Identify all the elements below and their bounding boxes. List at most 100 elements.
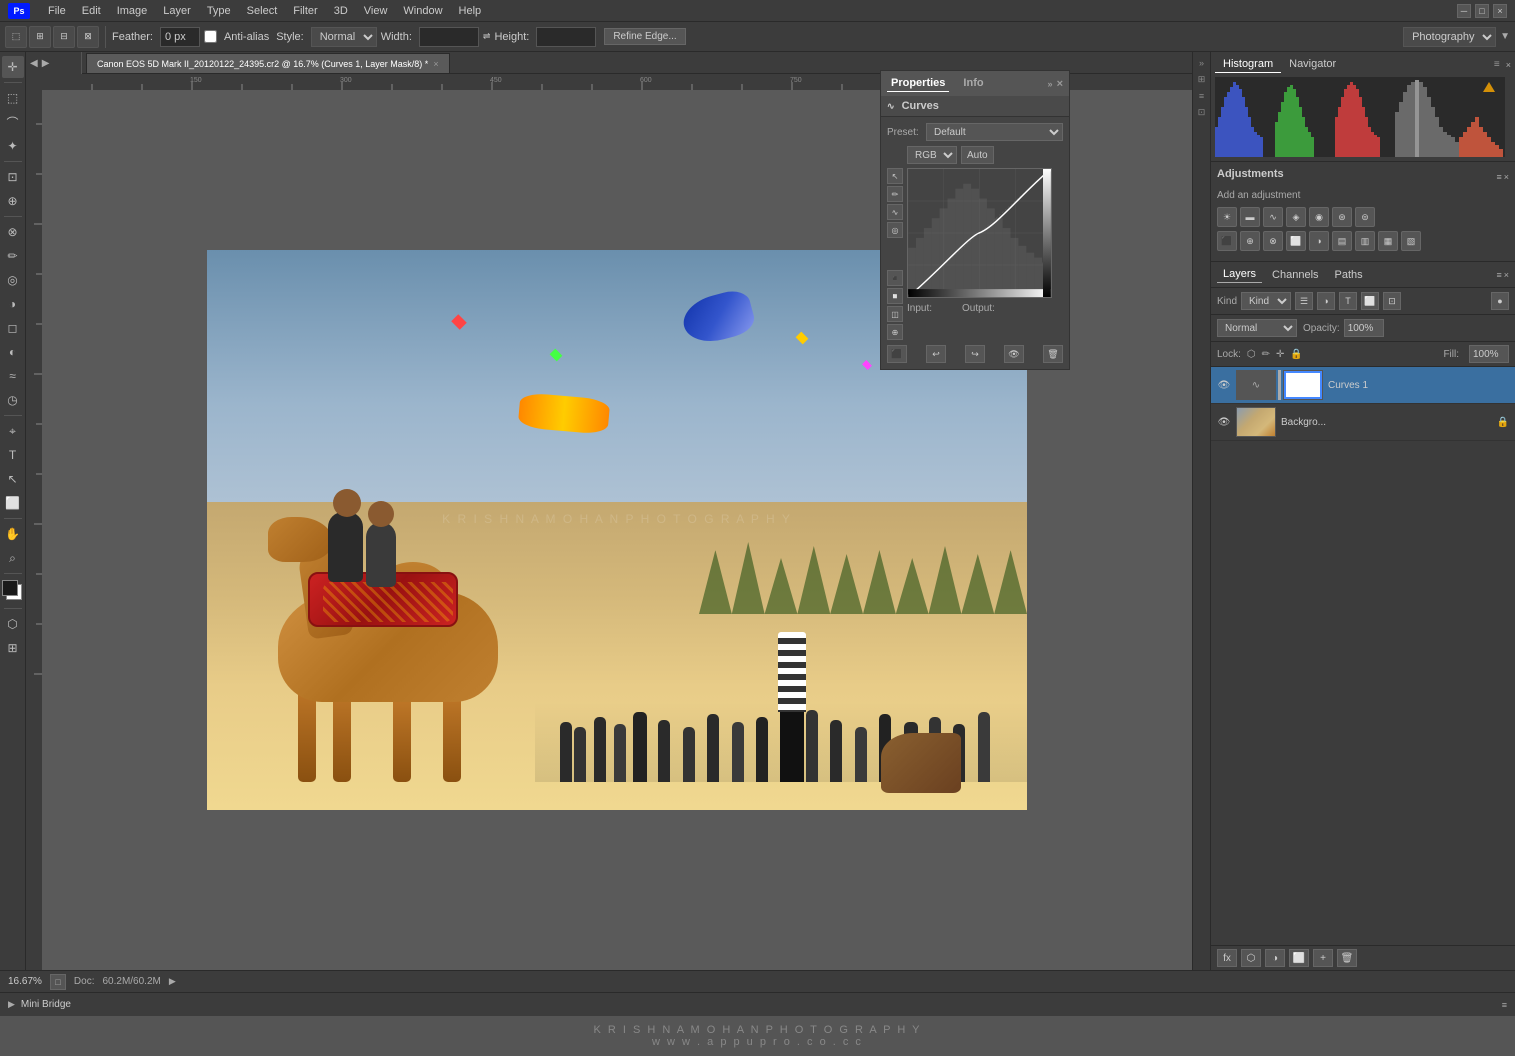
histogram-tab[interactable]: Histogram [1215, 56, 1281, 73]
layer-filter-type-btn[interactable]: T [1339, 292, 1357, 310]
add-selection-btn[interactable]: ⊞ [29, 26, 51, 48]
layers-tab[interactable]: Layers [1217, 266, 1262, 283]
preset-select[interactable]: Default [926, 123, 1063, 141]
eyedropper-tool[interactable]: ⊕ [2, 190, 24, 212]
new-selection-btn[interactable]: ⬚ [5, 26, 27, 48]
histogram-close-btn[interactable]: × [1506, 60, 1511, 70]
curves-btn[interactable]: ∿ [1263, 207, 1283, 227]
anti-alias-checkbox[interactable] [204, 30, 217, 43]
intersect-selection-btn[interactable]: ⊠ [77, 26, 99, 48]
blur-tool[interactable]: ≈ [2, 365, 24, 387]
color-swatches[interactable] [2, 580, 24, 602]
menu-filter[interactable]: Filter [285, 3, 325, 19]
tab-nav-next[interactable]: ▶ [42, 58, 50, 69]
curves-visibility-btn[interactable]: 👁 [1004, 345, 1024, 363]
mini-bridge-arrow[interactable]: ▶ [8, 999, 15, 1010]
color-balance-btn[interactable]: ⊜ [1355, 207, 1375, 227]
curves-smooth-tool[interactable]: ∿ [887, 204, 903, 220]
path-select-tool[interactable]: ↖ [2, 468, 24, 490]
adj-close-btn[interactable]: × [1504, 172, 1509, 182]
lasso-tool[interactable]: ⌒ [2, 111, 24, 133]
brush-tool[interactable]: ✏ [2, 245, 24, 267]
screen-mode-btn[interactable]: ⊞ [2, 637, 24, 659]
menu-view[interactable]: View [356, 3, 396, 19]
menu-window[interactable]: Window [395, 3, 450, 19]
opacity-input[interactable] [1344, 319, 1384, 337]
curves-info-tab[interactable]: Info [959, 75, 987, 92]
gradient-tool[interactable]: ◐ [2, 341, 24, 363]
move-tool[interactable]: ✛ [2, 56, 24, 78]
curves-graph[interactable] [907, 168, 1052, 298]
curves-black-point[interactable]: ◾ [887, 270, 903, 286]
brightness-contrast-btn[interactable]: ☀ [1217, 207, 1237, 227]
height-input[interactable] [536, 27, 596, 47]
histogram-menu-btn[interactable]: ≡ [1490, 59, 1504, 70]
fill-input[interactable] [1469, 345, 1509, 363]
lock-all-icon[interactable]: 🔒 [1290, 349, 1302, 360]
minimize-button[interactable]: ─ [1457, 4, 1471, 18]
lock-transparent-icon[interactable]: ⬡ [1247, 349, 1256, 360]
eraser-tool[interactable]: ◻ [2, 317, 24, 339]
layer-filter-smart-btn[interactable]: ⊡ [1383, 292, 1401, 310]
tab-close-btn[interactable]: × [433, 59, 438, 69]
layer-filter-adj-btn[interactable]: ◑ [1317, 292, 1335, 310]
lock-paint-icon[interactable]: ✏ [1262, 349, 1270, 360]
vibrance-btn[interactable]: ◉ [1309, 207, 1329, 227]
workspace-select[interactable]: Photography [1403, 27, 1496, 47]
posterize-btn[interactable]: ▤ [1332, 231, 1352, 251]
layer-comp-icon[interactable]: ≡ [1197, 89, 1206, 103]
layer-eye-curves[interactable]: 👁 [1217, 378, 1231, 392]
pen-tool[interactable]: ⌖ [2, 420, 24, 442]
history-icon[interactable]: ⊡ [1196, 105, 1208, 120]
layer-filter-shape-btn[interactable]: ⬜ [1361, 292, 1379, 310]
healing-brush-tool[interactable]: ⊗ [2, 221, 24, 243]
curves-clip-shadows-btn[interactable]: ⬛ [887, 345, 907, 363]
preview-btn[interactable]: □ [50, 974, 66, 990]
layer-item-curves[interactable]: 👁 ∿ Curves 1 [1211, 367, 1515, 404]
lock-move-icon[interactable]: ✛ [1276, 349, 1284, 360]
curves-mid-point[interactable]: ◫ [887, 306, 903, 322]
type-tool[interactable]: T [2, 444, 24, 466]
channels-tab[interactable]: Channels [1266, 267, 1324, 283]
layer-mask-btn[interactable]: ⬡ [1241, 949, 1261, 967]
layer-filter-pixel-btn[interactable]: ☰ [1295, 292, 1313, 310]
layers-menu-btn[interactable]: ≡ [1496, 270, 1501, 280]
magic-wand-tool[interactable]: ✦ [2, 135, 24, 157]
quick-mask-btn[interactable]: ⬡ [2, 613, 24, 635]
curves-target-tool[interactable]: ◎ [887, 222, 903, 238]
refine-edge-button[interactable]: Refine Edge... [604, 28, 685, 45]
layer-group-btn[interactable]: ⬜ [1289, 949, 1309, 967]
paths-tab[interactable]: Paths [1329, 267, 1369, 283]
invert-btn[interactable]: ◑ [1309, 231, 1329, 251]
layer-filter-active-btn[interactable]: ● [1491, 292, 1509, 310]
layers-kind-select[interactable]: Kind [1241, 292, 1291, 310]
selective-color-btn[interactable]: ▧ [1401, 231, 1421, 251]
clone-stamp-tool[interactable]: ◎ [2, 269, 24, 291]
layer-eye-background[interactable]: 👁 [1217, 415, 1231, 429]
dodge-tool[interactable]: ◷ [2, 389, 24, 411]
menu-type[interactable]: Type [199, 3, 239, 19]
document-tab[interactable]: Canon EOS 5D Mark II_20120122_24395.cr2 … [86, 53, 450, 73]
levels-btn[interactable]: ▬ [1240, 207, 1260, 227]
history-brush-tool[interactable]: ◑ [2, 293, 24, 315]
layer-fx-btn[interactable]: fx [1217, 949, 1237, 967]
menu-edit[interactable]: Edit [74, 3, 109, 19]
channel-mixer-btn[interactable]: ⊗ [1263, 231, 1283, 251]
adj-menu-btn[interactable]: ≡ [1496, 172, 1501, 182]
marquee-tool[interactable]: ⬚ [2, 87, 24, 109]
channel-select[interactable]: RGB [907, 146, 957, 164]
zoom-tool[interactable]: ⌕ [2, 547, 24, 569]
color-lookup-btn[interactable]: ⬜ [1286, 231, 1306, 251]
layer-item-background[interactable]: 👁 Backgro... 🔒 [1211, 404, 1515, 441]
crop-tool[interactable]: ⊡ [2, 166, 24, 188]
navigator-tab[interactable]: Navigator [1281, 56, 1344, 73]
hsl-btn[interactable]: ⊛ [1332, 207, 1352, 227]
dialog-expand-btn[interactable]: » [1048, 79, 1053, 89]
threshold-btn[interactable]: ▥ [1355, 231, 1375, 251]
tab-nav-prev[interactable]: ◀ [30, 58, 38, 69]
mini-bridge-settings-btn[interactable]: ≡ [1502, 1000, 1507, 1010]
exposure-btn[interactable]: ◈ [1286, 207, 1306, 227]
close-button[interactable]: × [1493, 4, 1507, 18]
layer-new-btn[interactable]: + [1313, 949, 1333, 967]
expand-icon[interactable]: ⊞ [1196, 72, 1208, 87]
